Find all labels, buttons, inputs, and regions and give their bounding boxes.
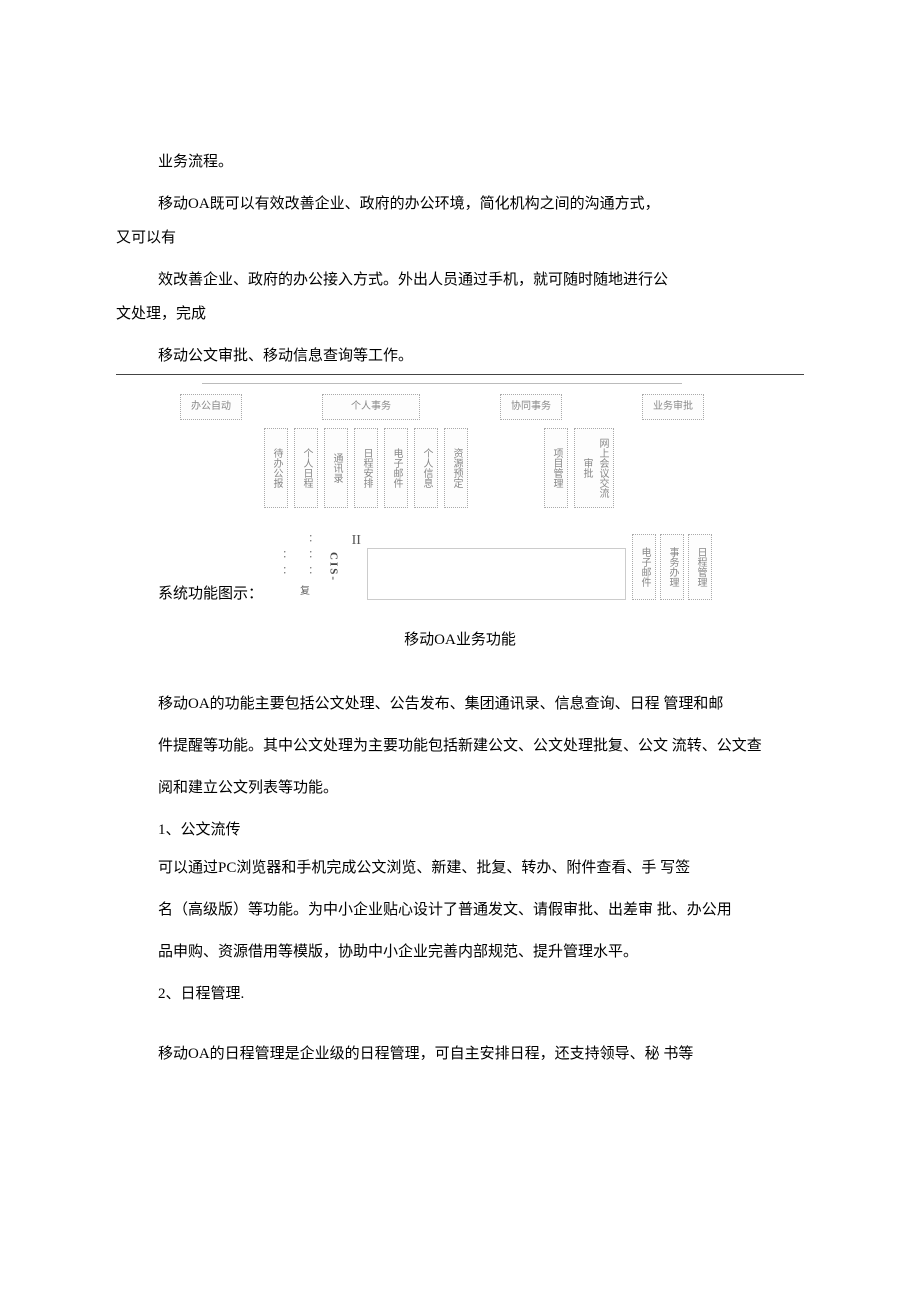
system-function-diagram: 办公自动 个人事务 协同事务 业务审批 待办公报 个人日程 通讯录 日程安排 电… [172,383,712,600]
diagram-box: 办公自动 [180,394,242,420]
underlined-paragraph: 移动公文审批、移动信息查询等工作。 [116,344,804,375]
paragraph: 移动OA的功能主要包括公文处理、公告发布、集团通讯录、信息查询、日程 管理和邮 [116,692,804,716]
diagram-box: 业务审批 [642,394,704,420]
diagram-vbox: 待办公报 [264,428,288,508]
diagram-vbox: 日程管理 [688,534,712,600]
diagram-vbox: 日程安排 [354,428,378,508]
paragraph-tail: 又可以有 [116,226,804,250]
paragraph: 品申购、资源借用等模版，协助中小企业完善内部规范、提升管理水平。 [116,940,804,964]
diagram-vbox: 项目管理 [544,428,568,508]
diagram-box: 个人事务 [322,394,420,420]
paragraph: 业务流程。 [116,150,804,174]
diagram-label-cis: CIS- [324,552,342,582]
diagram-label-fu: 复 [300,584,361,600]
diagram-rectangle [367,548,626,600]
diagram-box: 协同事务 [500,394,562,420]
diagram-vbox: 资源预定 [444,428,468,508]
diagram-vbox: 网上会议交流审批 [574,428,614,508]
diagram-vbox: 事务办理 [660,534,684,600]
paragraph: 移动公文审批、移动信息查询等工作。 [116,344,804,368]
paragraph: 件提醒等功能。其中公文处理为主要功能包括新建公文、公文处理批复、公文 流转、公文… [116,734,804,758]
paragraph: 阅和建立公文列表等功能。 [116,776,804,800]
paragraph: 可以通过PC浏览器和手机完成公文浏览、新建、批复、转办、附件查看、手 写签 [116,856,804,880]
list-heading: 2、日程管理. [116,982,804,1006]
diagram-vbox: 通讯录 [324,428,348,508]
diagram-dots: ：：： [298,534,314,582]
diagram-label-ii: II [352,530,361,552]
paragraph: 名（高级版）等功能。为中小企业贴心设计了普通发文、请假审批、出差审 批、办公用 [116,898,804,922]
diagram-vbox: 个人日程 [294,428,318,508]
diagram-vbox: 电子邮件 [632,534,656,600]
diagram-vbox: 个人信息 [414,428,438,508]
section-title: 移动OA业务功能 [116,628,804,652]
paragraph-tail: 文处理，完成 [116,302,804,326]
paragraph: 移动OA既可以有效改善企业、政府的办公环境，简化机构之间的沟通方式， [116,192,804,216]
list-heading: 1、公文流传 [116,818,804,842]
diagram-dots: ：： [272,550,288,582]
paragraph: 效改善企业、政府的办公接入方式。外出人员通过手机，就可随时随地进行公 [116,268,804,292]
paragraph: 移动OA的日程管理是企业级的日程管理，可自主安排日程，还支持领导、秘 书等 [116,1042,804,1066]
diagram-vbox: 电子邮件 [384,428,408,508]
